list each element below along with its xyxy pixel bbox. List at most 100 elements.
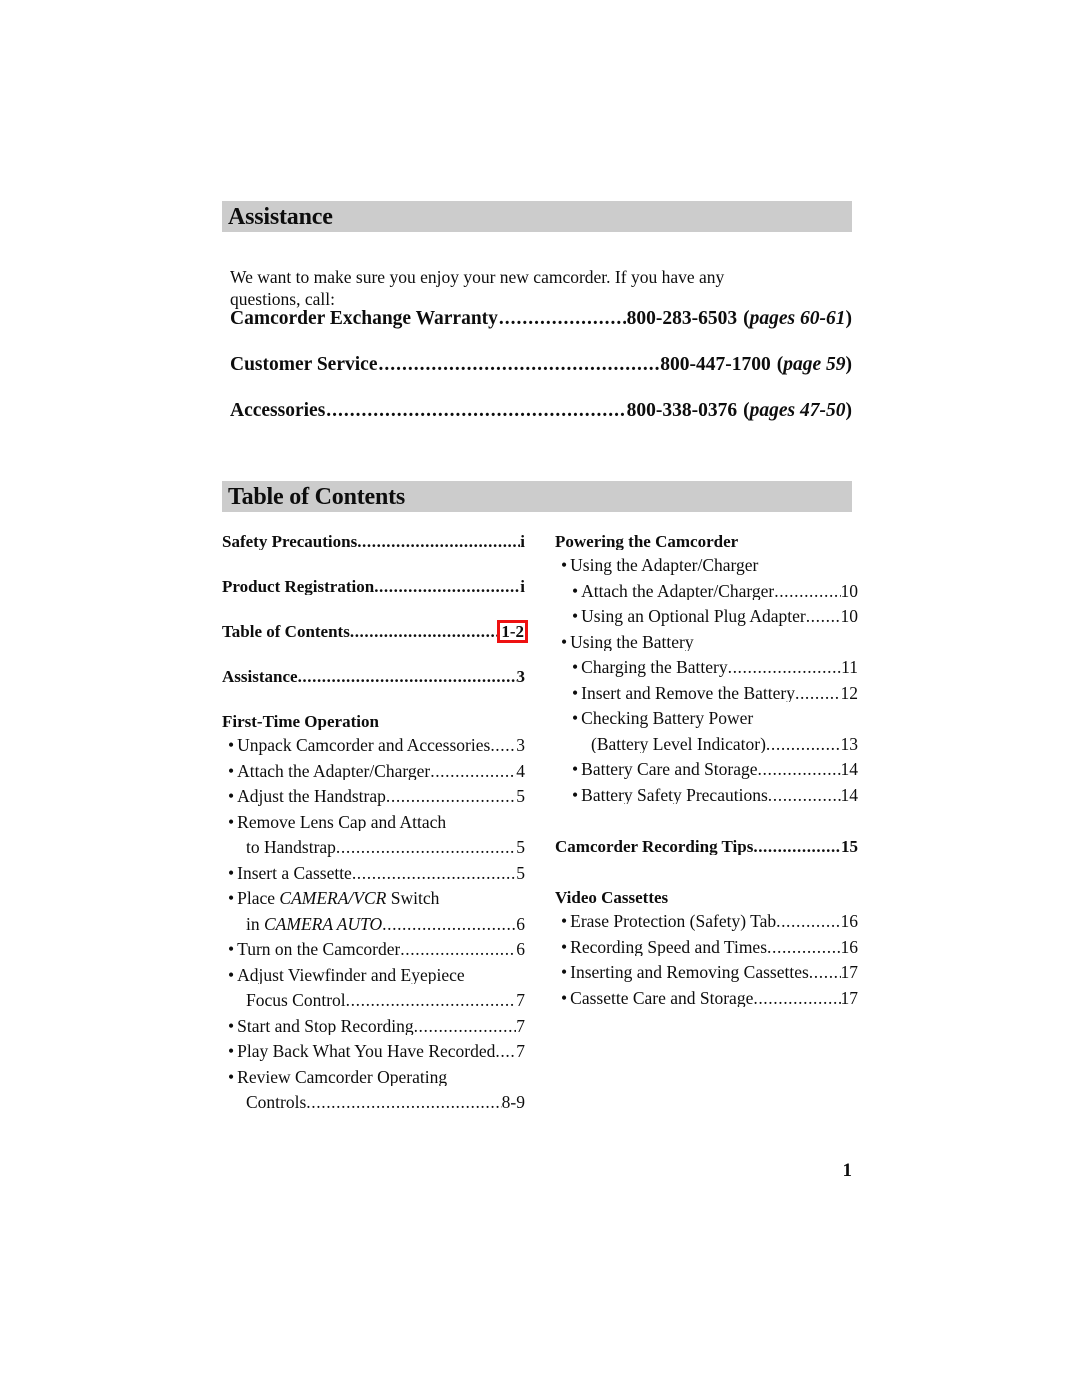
leader-dots: ........................................…: [351, 864, 517, 882]
toc-entry-page: 8-9: [501, 1092, 525, 1112]
bullet-icon: •: [572, 684, 579, 702]
toc-entry[interactable]: • Battery Care and Storage...............…: [555, 760, 858, 779]
leader-dots: ........................................…: [767, 786, 841, 804]
toc-entry[interactable]: • Cassette Care and Storage..............…: [555, 989, 858, 1008]
toc-entry[interactable]: •Using an Optional Plug Adapter.........…: [555, 606, 859, 626]
toc-entry[interactable]: to Handstrap............................…: [222, 838, 525, 857]
toc-entry[interactable]: • Insert a Cassette......................…: [222, 862, 525, 883]
leader-dots: ........................................…: [413, 1017, 517, 1035]
toc-entry[interactable]: •Play Back What You Have Recorded.......…: [222, 1042, 525, 1061]
toc-entry-label: • Turn on the Camcorder: [228, 941, 401, 959]
toc-entry-label: • Using an Optional Plug Adapter: [572, 608, 806, 626]
toc-entry-label: Product Registration: [222, 578, 375, 595]
toc-entry-label: First-Time Operation: [222, 713, 379, 730]
toc-entry[interactable]: • Adjust the Handstrap...................…: [222, 787, 525, 806]
toc-spacer: [555, 863, 858, 889]
bullet-icon: •: [561, 964, 568, 982]
toc-entry-label: Controls: [246, 1094, 307, 1112]
bullet-icon: •: [228, 890, 235, 908]
toc-entry-label: • Cassette Care and Storage: [561, 989, 754, 1007]
toc-section-header: Table of Contents: [222, 481, 852, 512]
toc-entry[interactable]: • Attach the Adapter/Charger.............…: [222, 762, 525, 781]
toc-entry[interactable]: Powering the Camcorder..................…: [555, 533, 858, 550]
toc-entry[interactable]: • Attach the Adapter/Charger.............…: [555, 582, 858, 601]
assistance-phone-row: Accessories.............................…: [230, 400, 852, 446]
toc-entry-label: • Using the Battery: [561, 633, 694, 651]
phone-label: Customer Service: [230, 354, 378, 375]
toc-entry[interactable]: Focus Control...........................…: [222, 991, 525, 1010]
toc-entry[interactable]: First-Time Operation....................…: [222, 713, 525, 730]
toc-entry-label: • Insert and Remove the Battery: [572, 684, 795, 702]
bullet-icon: •: [572, 786, 579, 804]
assistance-intro-paragraph: We want to make sure you enjoy your new …: [230, 266, 725, 310]
bullet-icon: •: [228, 1017, 235, 1035]
bullet-icon: •: [228, 737, 235, 755]
page-highlight-box: 1-2: [500, 623, 525, 640]
toc-entry[interactable]: Safety Precautions......................…: [222, 533, 525, 550]
toc-entry-label: • Charging the Battery: [572, 659, 728, 677]
toc-entry[interactable]: Product Registration....................…: [222, 578, 525, 595]
toc-entry[interactable]: •Insert and Remove the Battery..........…: [555, 682, 859, 703]
toc-entry-label: Camcorder Recording Tips: [555, 838, 754, 855]
toc-entry-page: 3: [516, 667, 526, 686]
toc-left-column: Safety Precautions......................…: [222, 533, 539, 1120]
toc-entry[interactable]: •Remove Lens Cap and Attach.............…: [222, 814, 525, 832]
bullet-icon: •: [228, 813, 235, 831]
toc-entry[interactable]: •Checking Battery Power.................…: [555, 710, 858, 728]
toc-entry-page: 5: [516, 862, 525, 883]
leader-dots: ........................................…: [378, 354, 659, 375]
bullet-icon: •: [561, 938, 568, 956]
bullet-icon: •: [561, 989, 568, 1007]
toc-entry[interactable]: •Using the Battery......................…: [555, 634, 858, 652]
toc-entry-label: Powering the Camcorder: [555, 533, 739, 550]
toc-entry[interactable]: •Unpack Camcorder and Accessories.......…: [222, 736, 525, 755]
toc-entry-label: • Inserting and Removing Cassettes: [561, 964, 809, 982]
toc-entry-page: 14: [840, 784, 859, 805]
toc-heading: Table of Contents: [228, 483, 406, 510]
toc-entry[interactable]: Controls................................…: [222, 1092, 525, 1112]
toc-entry-label: • Place CAMERA/VCR Switch: [228, 890, 440, 908]
toc-entry[interactable]: • Charging the Battery...................…: [555, 658, 858, 677]
leader-dots: ........................................…: [753, 989, 841, 1007]
toc-right-column: Powering the Camcorder..................…: [539, 533, 858, 1120]
leader-dots: ........................................…: [374, 578, 520, 595]
toc-entry[interactable]: • Recording Speed and Times..............…: [555, 938, 858, 957]
manual-page: Assistance We want to make sure you enjo…: [222, 0, 858, 1397]
toc-entry-page: 13: [840, 733, 859, 754]
bullet-icon: •: [561, 633, 568, 651]
toc-entry[interactable]: • Turn on the Camcorder..................…: [222, 939, 525, 959]
page-number: 1: [842, 1160, 853, 1181]
bullet-icon: •: [228, 1043, 235, 1061]
toc-entry[interactable]: Camcorder Recording Tips................…: [555, 838, 858, 855]
toc-entry-page: 6: [516, 913, 525, 934]
toc-entry[interactable]: Video Cassettes.........................…: [555, 889, 858, 906]
assistance-phone-row: Camcorder Exchange Warranty.............…: [230, 308, 852, 354]
phone-number: 800-338-0376: [626, 400, 738, 421]
leader-dots: ........................................…: [306, 1094, 501, 1112]
phone-page-reference: (pages 47-50): [743, 400, 852, 421]
leader-dots: ........................................…: [495, 1043, 516, 1061]
toc-entry[interactable]: Assistance..............................…: [222, 668, 525, 685]
leader-dots: ........................................…: [765, 735, 841, 753]
toc-entry[interactable]: • Battery Safety Precautions.............…: [555, 784, 859, 805]
toc-entry-page: 12: [840, 682, 859, 703]
toc-entry[interactable]: •Using the Adapter/Charger..............…: [555, 557, 858, 575]
phone-label: Accessories: [230, 400, 326, 421]
toc-entry[interactable]: • Start and Stop Recording...............…: [222, 1017, 525, 1036]
toc-entry[interactable]: • Erase Protection (Safety) Tab..........…: [555, 912, 858, 931]
toc-entry[interactable]: (Battery Level Indicator)...............…: [555, 733, 859, 754]
toc-entry[interactable]: in CAMERA AUTO..........................…: [222, 913, 525, 934]
toc-entry[interactable]: •Inserting and Removing Cassettes.......…: [555, 963, 858, 982]
toc-entry[interactable]: Table of Contents.......................…: [222, 623, 525, 640]
toc-entry-label: Focus Control: [246, 992, 346, 1010]
toc-entry[interactable]: •Adjust Viewfinder and Eyepiece.........…: [222, 967, 525, 985]
toc-entry-label: • Adjust Viewfinder and Eyepiece: [228, 966, 465, 984]
toc-entry-page: 6: [516, 939, 525, 959]
toc-entry-page: 10: [840, 606, 859, 626]
bullet-icon: •: [572, 608, 579, 626]
toc-entry-emphasis: CAMERA/VCR: [279, 890, 387, 908]
toc-entry[interactable]: •Place CAMERA/VCR Switch................…: [222, 890, 525, 908]
assistance-phone-row: Customer Service........................…: [230, 354, 852, 400]
phone-page-reference: (pages 60-61): [743, 308, 852, 329]
toc-entry[interactable]: •Review Camcorder Operating.............…: [222, 1069, 525, 1087]
